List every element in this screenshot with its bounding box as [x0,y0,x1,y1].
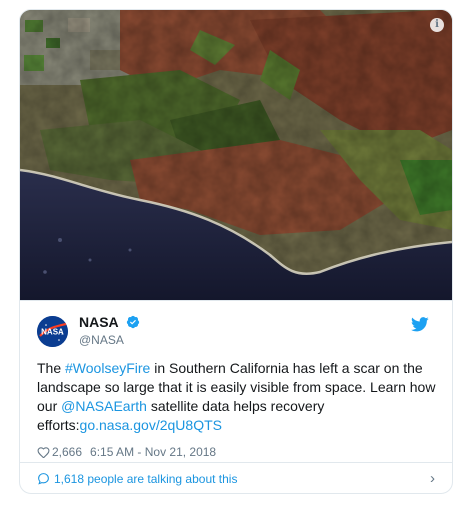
tweet-meta: 2,666 6:15 AM - Nov 21, 2018 [37,445,216,461]
mention-link[interactable]: @NASAEarth [61,398,147,414]
talking-about-text[interactable]: 1,618 people are talking about this [54,472,237,486]
author-name-row[interactable]: NASA [79,314,140,334]
talking-about-link[interactable]: 1,618 people are talking about this [37,472,237,488]
heart-icon[interactable] [37,446,50,461]
footer-divider [20,462,452,463]
wildfire-satellite-picture [20,10,452,300]
verified-badge-icon [126,315,140,334]
twitter-bird-icon[interactable] [411,317,429,337]
chevron-right-icon[interactable]: › [430,470,435,487]
info-icon[interactable]: i [430,18,444,32]
satellite-image[interactable]: i [20,10,452,300]
comment-bubble-icon [37,472,50,488]
nasa-logo-icon: NASA [37,316,68,347]
author-name[interactable]: NASA [79,314,119,330]
hashtag-link[interactable]: #WoolseyFire [65,360,150,376]
tweet-embed-card[interactable]: i NASA NASA @NASA The #WoolseyFire in So… [19,9,453,494]
like-count[interactable]: 2,666 [52,445,82,459]
tweet-text: The #WoolseyFire in Southern California … [37,359,439,435]
timestamp[interactable]: 6:15 AM - Nov 21, 2018 [90,445,216,459]
tweet-header: NASA NASA @NASA [37,314,437,350]
author-handle[interactable]: @NASA [79,333,124,347]
avatar[interactable]: NASA [37,316,68,347]
media-divider [20,300,452,301]
conversation-footer[interactable]: 1,618 people are talking about this › [20,470,452,493]
avatar-label: NASA [41,328,64,337]
url-link[interactable]: go.nasa.gov/2qU8QTS [80,417,222,433]
tweet-text-part: The [37,360,66,376]
